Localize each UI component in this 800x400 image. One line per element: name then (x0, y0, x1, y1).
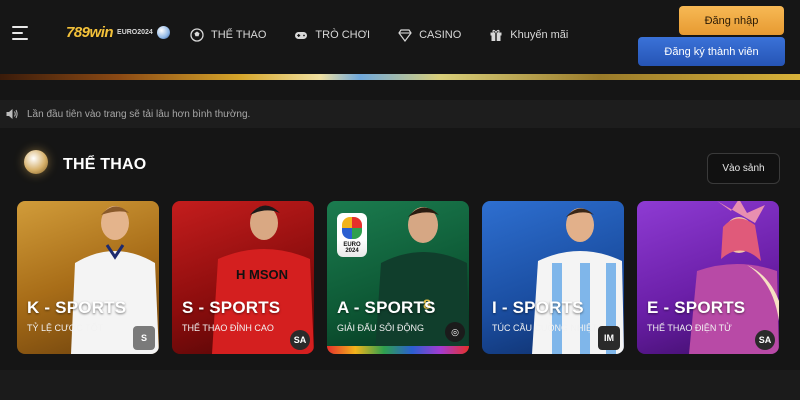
provider-logo-icon: SA (755, 330, 775, 350)
card-tagline: TỶ LỆ CƯỢC TỐT (27, 323, 104, 333)
provider-logo-icon: S (133, 326, 155, 350)
euro-badge: EURO2024 (117, 28, 153, 36)
top-header: 789win EURO2024 THỂ THAO TRÒ CHƠI CASINO… (0, 0, 800, 74)
provider-logo-icon: SA (290, 330, 310, 350)
euro-ball-icon (156, 26, 170, 39)
notice-bar: Lần đầu tiên vào trang sẽ tải lâu hơn bì… (0, 100, 800, 128)
banner-strip (0, 74, 800, 80)
nav-promotions[interactable]: Khuyến mãi (489, 28, 568, 42)
nav-casino[interactable]: CASINO (398, 28, 461, 42)
card-name: S - SPORTS (182, 298, 281, 317)
gift-icon (490, 29, 502, 41)
soccer-ball-icon (190, 28, 204, 42)
nav-promotions-label: Khuyến mãi (510, 29, 569, 41)
sports-card-i-sports[interactable]: I - SPORTS TÚC CẦU CUỒNG NHIỆT IM (482, 201, 624, 354)
login-button[interactable]: Đăng nhập (679, 6, 784, 35)
sports-card-s-sports[interactable]: H MSON S - SPORTS THỂ THAO ĐỈNH CAO SA (172, 201, 314, 354)
sports-card-k-sports[interactable]: K - SPORTS TỶ LỆ CƯỢC TỐT S (17, 201, 159, 354)
card-tagline: THỂ THAO ĐIỆN TỬ (647, 323, 732, 333)
provider-logo-icon: IM (598, 326, 620, 350)
provider-logo-icon: ◎ (445, 322, 465, 342)
enter-lobby-button[interactable]: Vào sảnh (707, 153, 780, 184)
euro-2024-badge-label: EURO 2024 (343, 242, 361, 254)
section-title: THỂ THAO (63, 156, 147, 173)
sports-card-e-sports[interactable]: E - SPORTS THỂ THAO ĐIỆN TỬ SA (637, 201, 779, 354)
register-button[interactable]: Đăng ký thành viên (638, 37, 785, 66)
nav-sports[interactable]: THỂ THAO (190, 28, 266, 42)
euro-2024-badge: EURO 2024 (337, 213, 367, 257)
card-tagline: TÚC CẦU CUỒNG NHIỆT (492, 323, 598, 333)
gamepad-icon (295, 32, 308, 39)
nav-games[interactable]: TRÒ CHƠI (294, 28, 370, 42)
diamond-icon (398, 29, 412, 42)
nav-casino-label: CASINO (419, 29, 462, 41)
card-name: E - SPORTS (647, 298, 746, 317)
bottom-bar (0, 370, 800, 400)
euro-stripe (327, 346, 469, 354)
site-logo[interactable]: 789win EURO2024 (66, 24, 170, 41)
menu-icon[interactable] (12, 26, 28, 42)
nav-games-label: TRÒ CHƠI (315, 29, 371, 41)
card-name: I - SPORTS (492, 298, 584, 317)
card-name: K - SPORTS (27, 298, 127, 317)
logo-text: 789win (66, 24, 114, 41)
svg-text:H MSON: H MSON (236, 267, 288, 282)
card-tagline: THỂ THAO ĐỈNH CAO (182, 323, 274, 333)
main-nav: THỂ THAO TRÒ CHƠI CASINO Khuyến mãi (190, 28, 596, 42)
card-name: A - SPORTS (337, 298, 436, 317)
speaker-icon (6, 109, 18, 119)
sports-section-icon (24, 150, 48, 174)
nav-sports-label: THỂ THAO (211, 29, 267, 41)
card-tagline: GIẢI ĐẤU SÔI ĐỘNG (337, 323, 425, 333)
notice-text: Lần đầu tiên vào trang sẽ tải lâu hơn bì… (27, 108, 251, 120)
sports-card-a-sports[interactable]: EURO 2024 8 A - SPORTS GIẢI ĐẤU SÔI ĐỘNG… (327, 201, 469, 354)
